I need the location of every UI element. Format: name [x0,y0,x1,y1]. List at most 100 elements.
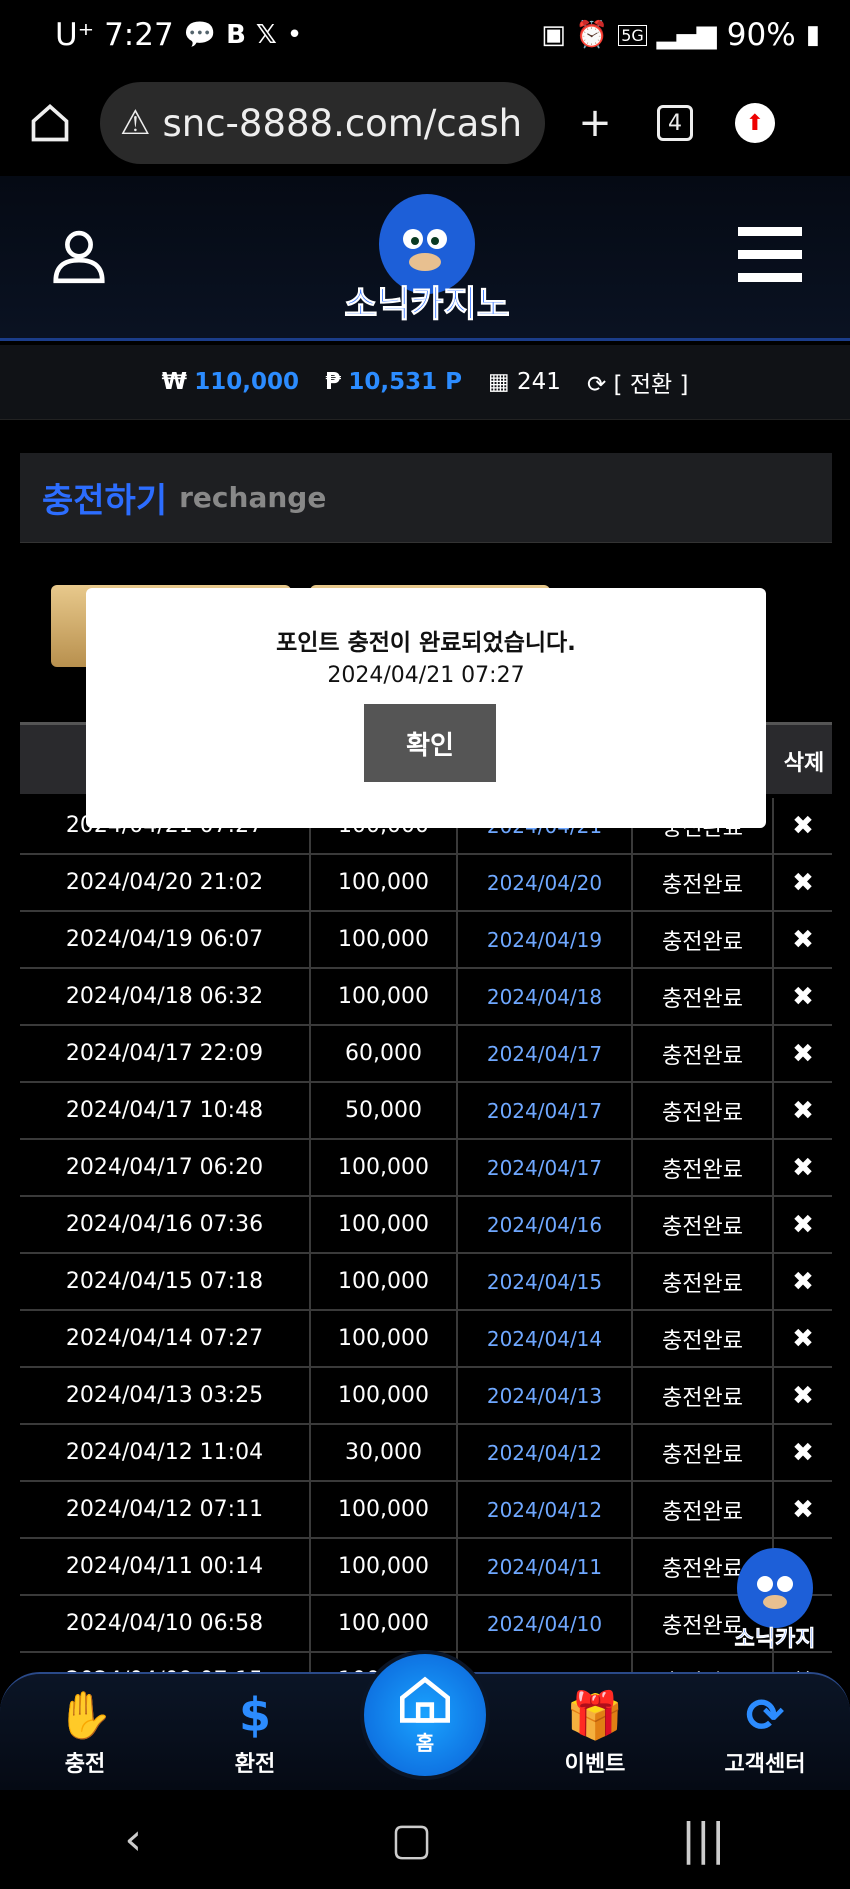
battery-saver-icon: ▣ [541,20,566,50]
row-date: 2024/04/17 [458,1140,633,1195]
nav-event[interactable]: 🎁 이벤트 [530,1690,660,1778]
row-status: 충전완료 [633,1482,774,1537]
row-date: 2024/04/17 [458,1026,633,1081]
title-english: rechange [179,481,327,514]
row-datetime: 2024/04/11 00:14 [20,1539,311,1594]
new-tab-icon[interactable]: + [565,93,625,153]
exchange-icon: $ [238,1688,271,1742]
table-row: 2024/04/14 07:27 100,000 2024/04/14 충전완료 ✖ [20,1311,832,1368]
row-amount: 100,000 [311,1539,458,1594]
confirm-button[interactable]: 확인 [364,704,496,782]
delete-icon[interactable]: ✖ [774,1311,832,1366]
url-bar[interactable]: ⚠ snc-8888.com/cash [100,82,545,164]
delete-icon[interactable]: ✖ [774,912,832,967]
delete-icon[interactable]: ✖ [774,1083,832,1138]
warning-icon: ⚠ [120,103,151,143]
menu-icon[interactable] [738,227,802,287]
row-status: 충전완료 [633,1254,774,1309]
row-amount: 100,000 [311,1254,458,1309]
table-row: 2024/04/17 10:48 50,000 2024/04/17 충전완료 ✖ [20,1083,832,1140]
row-amount: 100,000 [311,1311,458,1366]
delete-icon[interactable]: ✖ [774,1140,832,1195]
nav-support[interactable]: ⟳ 고객센터 [700,1690,830,1778]
row-status: 충전완료 [633,1140,774,1195]
site-logo[interactable]: 소닉카지노 [325,184,530,334]
x-icon: 𝕏 [255,20,277,50]
row-status: 충전완료 [633,1197,774,1252]
system-nav-bar: ‹ ▢ ||| [0,1790,850,1889]
delete-icon[interactable]: ✖ [774,1368,832,1423]
signal-icon: ▂▄▆ [656,20,717,50]
nav-home-label: 홈 [415,1730,435,1755]
b-icon: B [226,20,246,50]
row-status: 충전완료 [633,1026,774,1081]
delete-icon[interactable]: ✖ [774,855,832,910]
battery-percent: 90% [726,17,796,53]
recents-icon[interactable]: ||| [681,1814,725,1865]
nav-charge[interactable]: ✋ 충전 [20,1690,150,1778]
point-balance: ₱ 10,531 P [325,369,462,395]
update-icon[interactable]: ⬆ [725,93,785,153]
row-status: 충전완료 [633,969,774,1024]
balance-bar: ₩ 110,000 ₱ 10,531 P ▦ 241 ⟳ [ 전환 ] [0,345,850,420]
row-date: 2024/04/17 [458,1083,633,1138]
row-date: 2024/04/13 [458,1368,633,1423]
row-datetime: 2024/04/12 07:11 [20,1482,311,1537]
delete-icon[interactable]: ✖ [774,1482,832,1537]
nav-event-label: 이벤트 [564,1752,626,1777]
row-amount: 60,000 [311,1026,458,1081]
row-datetime: 2024/04/17 06:20 [20,1140,311,1195]
convert-label: [ 전환 ] [613,372,689,398]
table-row: 2024/04/17 06:20 100,000 2024/04/17 충전완료 ✖ [20,1140,832,1197]
table-row: 2024/04/12 07:11 100,000 2024/04/12 충전완료 ✖ [20,1482,832,1539]
delete-icon[interactable]: ✖ [774,1197,832,1252]
nav-home[interactable]: 홈 [360,1650,490,1780]
mascot-text: 소닉카지 [735,1627,816,1652]
dialog-message: 포인트 충전이 완료되었습니다. [276,630,576,656]
home-system-icon[interactable]: ▢ [391,1814,433,1865]
gift-icon: 🎁 [566,1688,624,1742]
delete-icon[interactable]: ✖ [774,1026,832,1081]
row-amount: 100,000 [311,969,458,1024]
clock: 7:27 [104,17,174,53]
home-icon[interactable] [20,93,80,153]
row-datetime: 2024/04/17 22:09 [20,1026,311,1081]
convert-button[interactable]: ⟳ [ 전환 ] [587,365,688,399]
tabs-button[interactable]: 4 [645,93,705,153]
row-datetime: 2024/04/17 10:48 [20,1083,311,1138]
row-datetime: 2024/04/12 11:04 [20,1425,311,1480]
row-date: 2024/04/10 [458,1596,633,1651]
chip-balance: ▦ 241 [488,369,561,395]
back-icon[interactable]: ‹ [124,1814,142,1865]
won-symbol: ₩ [161,369,187,395]
title-korean: 충전하기 [42,481,168,521]
delete-icon[interactable]: ✖ [774,1254,832,1309]
table-row: 2024/04/11 00:14 100,000 2024/04/11 충전완료 [20,1539,832,1596]
delete-icon[interactable]: ✖ [774,969,832,1024]
table-row: 2024/04/17 22:09 60,000 2024/04/17 충전완료 ✖ [20,1026,832,1083]
mascot-icon[interactable]: 소닉카지 [715,1538,835,1658]
alert-dialog: 포인트 충전이 완료되었습니다. 2024/04/21 07:27 확인 [86,588,766,828]
talk-icon: 💬 [183,20,217,50]
logo-text: 소닉카지노 [344,284,510,325]
row-amount: 100,000 [311,855,458,910]
nav-exchange-label: 환전 [234,1752,276,1777]
row-datetime: 2024/04/15 07:18 [20,1254,311,1309]
row-datetime: 2024/04/10 06:58 [20,1596,311,1651]
nav-support-label: 고객센터 [724,1752,806,1777]
status-right: ▣ ⏰ 5G ▂▄▆ 90% ▮ [541,17,820,53]
delete-icon[interactable]: ✖ [774,1425,832,1480]
row-amount: 100,000 [311,912,458,967]
home-icon [400,1676,450,1723]
table-row: 2024/04/19 06:07 100,000 2024/04/19 충전완료 ✖ [20,912,832,969]
row-status: 충전완료 [633,1083,774,1138]
row-date: 2024/04/18 [458,969,633,1024]
won-balance: ₩ 110,000 [162,369,299,395]
row-date: 2024/04/11 [458,1539,633,1594]
app-root: U⁺ 7:27 💬 B 𝕏 • ▣ ⏰ 5G ▂▄▆ 90% ▮ ⚠ snc-8… [0,0,850,1889]
nav-exchange[interactable]: $ 환전 [190,1690,320,1778]
user-icon[interactable] [48,224,110,290]
table-row: 2024/04/15 07:18 100,000 2024/04/15 충전완료 ✖ [20,1254,832,1311]
row-datetime: 2024/04/13 03:25 [20,1368,311,1423]
delete-icon[interactable]: ✖ [774,798,832,853]
